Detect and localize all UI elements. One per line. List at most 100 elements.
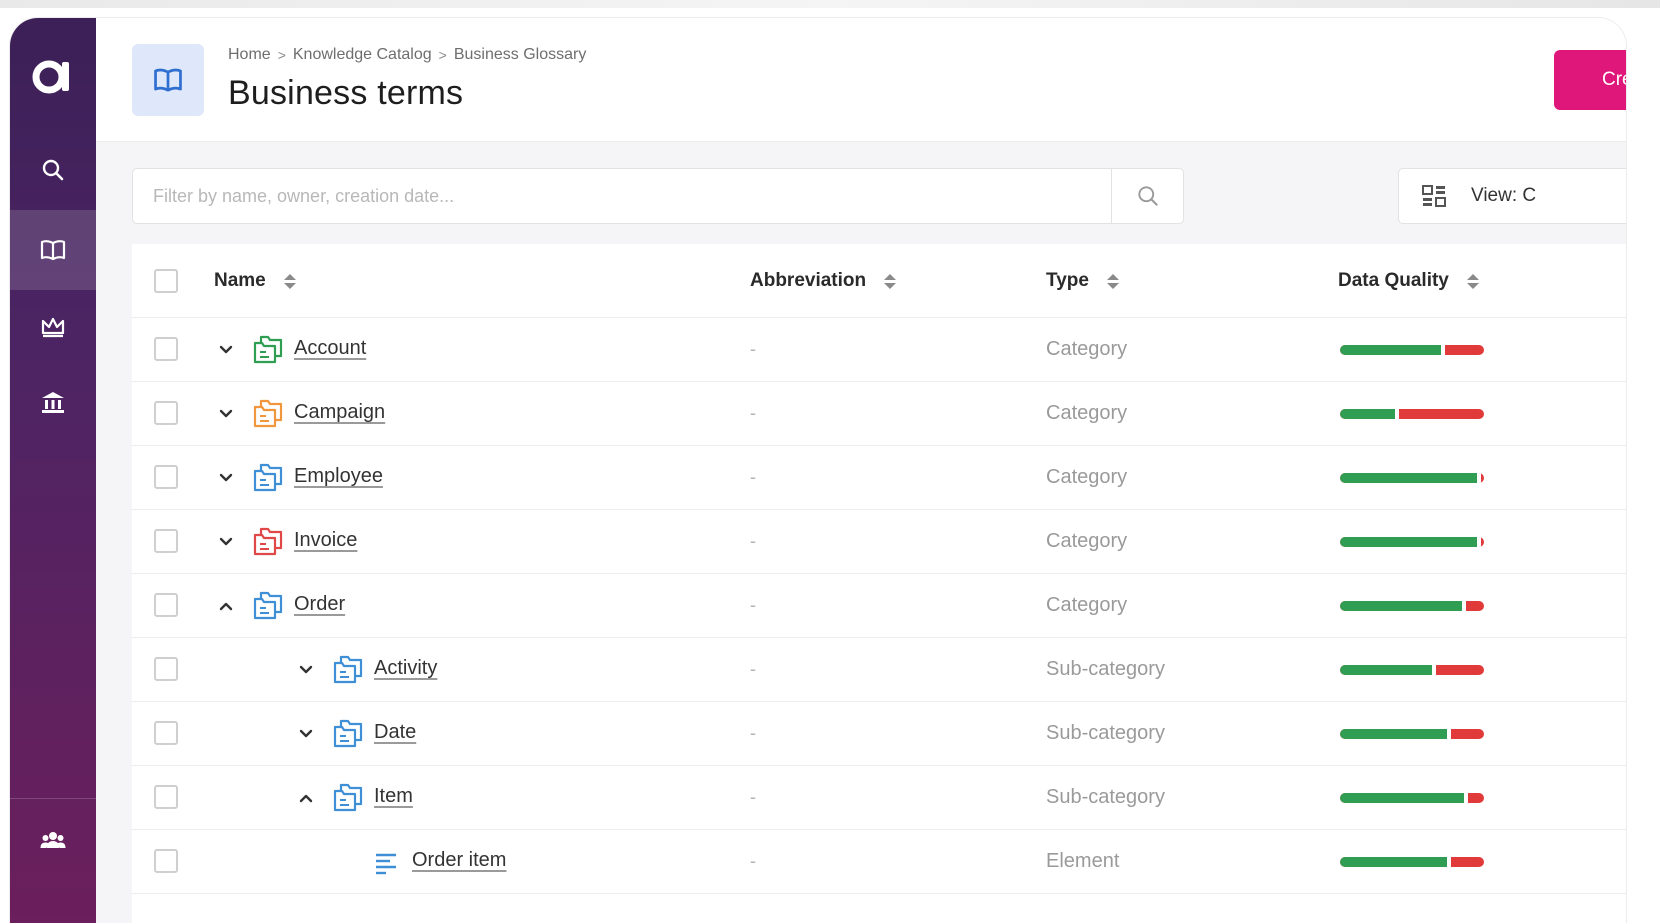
table-row[interactable]: Campaign - Category [132, 382, 1626, 446]
term-name-link[interactable]: Campaign [294, 401, 385, 424]
row-checkbox[interactable] [154, 593, 178, 617]
data-quality-good-segment [1340, 601, 1462, 611]
breadcrumb-separator-icon: > [277, 47, 286, 63]
type-cell: Sub-category [1046, 722, 1165, 744]
data-quality-bar [1340, 857, 1484, 867]
type-cell: Category [1046, 338, 1128, 360]
data-quality-separator [1477, 537, 1481, 547]
sort-icon[interactable] [1466, 273, 1479, 289]
chevron-up-icon[interactable] [217, 597, 235, 615]
glossary-header-icon [132, 44, 204, 116]
data-quality-bar [1340, 793, 1484, 803]
data-quality-separator [1464, 793, 1468, 803]
table-row[interactable]: Date - Sub-category [132, 702, 1626, 766]
chevron-up-icon[interactable] [297, 789, 315, 807]
term-name-link[interactable]: Order item [412, 849, 506, 872]
term-name-link[interactable]: Invoice [294, 529, 357, 552]
app-window: Home > Knowledge Catalog > Business Glos… [10, 18, 1626, 923]
folder-icon [332, 781, 364, 813]
abbreviation-cell: - [750, 659, 756, 679]
column-header-name[interactable]: Name [214, 270, 296, 292]
create-button[interactable]: Cre [1554, 50, 1626, 110]
table-row[interactable]: Employee - Category [132, 446, 1626, 510]
select-all-checkbox[interactable] [154, 269, 178, 293]
column-header-abbreviation[interactable]: Abbreviation [750, 270, 897, 292]
search-icon [1137, 186, 1158, 206]
row-checkbox[interactable] [154, 721, 178, 745]
sort-icon[interactable] [283, 273, 296, 289]
page-title: Business terms [228, 74, 464, 112]
filter-search-button[interactable] [1111, 169, 1183, 223]
sort-icon[interactable] [884, 273, 897, 289]
browser-top-strip [0, 0, 1660, 8]
breadcrumb-home[interactable]: Home [228, 46, 271, 64]
data-quality-bar [1340, 665, 1484, 675]
table-row[interactable]: Account - Category [132, 318, 1626, 382]
data-quality-good-segment [1340, 665, 1432, 675]
sidebar-item-users[interactable] [10, 800, 96, 880]
chevron-down-icon[interactable] [217, 469, 235, 487]
column-header-type[interactable]: Type [1046, 270, 1119, 292]
element-icon [372, 848, 404, 880]
row-checkbox[interactable] [154, 401, 178, 425]
data-quality-bar [1340, 345, 1484, 355]
row-checkbox[interactable] [154, 849, 178, 873]
data-quality-separator [1441, 345, 1445, 355]
data-quality-bar [1340, 409, 1484, 419]
table-row[interactable]: Order - Category [132, 574, 1626, 638]
main-content: Home > Knowledge Catalog > Business Glos… [96, 18, 1626, 923]
breadcrumb-separator-icon: > [438, 47, 447, 63]
view-settings-icon [1422, 185, 1446, 207]
column-header-type-label: Type [1046, 270, 1089, 291]
term-name-link[interactable]: Order [294, 593, 345, 616]
table-row[interactable]: Activity - Sub-category [132, 638, 1626, 702]
data-quality-good-segment [1340, 857, 1447, 867]
table-row[interactable]: Invoice - Category [132, 510, 1626, 574]
chevron-down-icon[interactable] [217, 405, 235, 423]
app-logo[interactable] [10, 36, 96, 116]
sidebar [10, 18, 96, 923]
sort-icon[interactable] [1106, 273, 1119, 289]
chevron-down-icon[interactable] [217, 533, 235, 551]
row-checkbox[interactable] [154, 465, 178, 489]
chevron-down-icon[interactable] [297, 661, 315, 679]
sidebar-item-glossary[interactable] [10, 210, 96, 290]
abbreviation-cell: - [750, 787, 756, 807]
data-quality-separator [1462, 601, 1466, 611]
type-cell: Category [1046, 594, 1128, 616]
row-checkbox[interactable] [154, 657, 178, 681]
data-quality-bar [1340, 601, 1484, 611]
type-cell: Category [1046, 402, 1128, 424]
sidebar-item-quality[interactable] [10, 286, 96, 366]
table-row[interactable]: Item - Sub-category [132, 766, 1626, 830]
search-icon [42, 159, 64, 181]
sidebar-item-governance[interactable] [10, 362, 96, 442]
row-checkbox[interactable] [154, 785, 178, 809]
column-header-data-quality[interactable]: Data Quality [1338, 270, 1479, 292]
term-name-link[interactable]: Item [374, 785, 413, 808]
data-quality-separator [1447, 857, 1451, 867]
term-name-link[interactable]: Employee [294, 465, 383, 488]
term-name-link[interactable]: Activity [374, 657, 437, 680]
view-selector[interactable]: View: C [1398, 168, 1626, 224]
breadcrumb-knowledge-catalog[interactable]: Knowledge Catalog [293, 46, 432, 64]
folder-icon [252, 589, 284, 621]
chevron-down-icon[interactable] [217, 341, 235, 359]
row-checkbox[interactable] [154, 337, 178, 361]
data-quality-separator [1432, 665, 1436, 675]
row-checkbox[interactable] [154, 529, 178, 553]
book-icon [40, 240, 66, 261]
data-quality-bar [1340, 473, 1484, 483]
type-cell: Sub-category [1046, 786, 1165, 808]
data-quality-separator [1477, 473, 1481, 483]
table-row[interactable]: Order item - Element [132, 830, 1626, 894]
data-quality-good-segment [1340, 793, 1464, 803]
sidebar-item-search[interactable] [10, 130, 96, 210]
chevron-down-icon[interactable] [297, 725, 315, 743]
data-quality-separator [1395, 409, 1399, 419]
term-name-link[interactable]: Account [294, 337, 366, 360]
filter-input[interactable] [133, 169, 1111, 223]
breadcrumb-business-glossary[interactable]: Business Glossary [454, 46, 587, 64]
term-name-link[interactable]: Date [374, 721, 416, 744]
bank-icon [42, 392, 64, 413]
